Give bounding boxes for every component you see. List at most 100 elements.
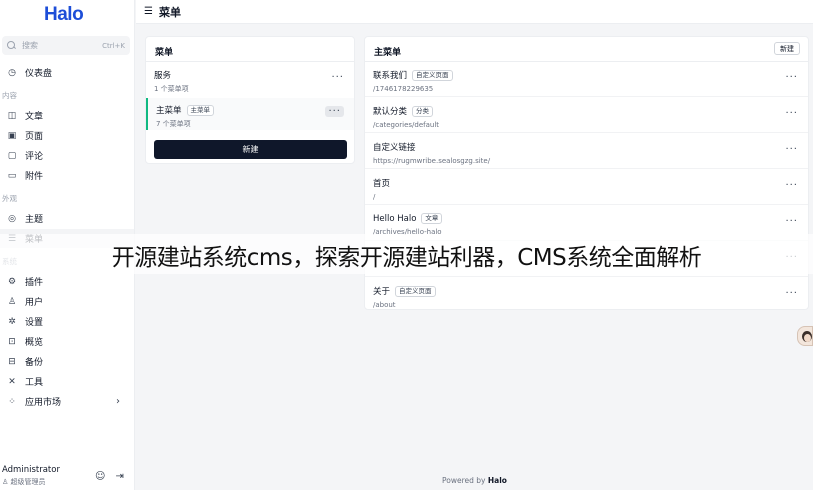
menu-name: 服务 [154, 71, 172, 81]
menu-item-type-badge: 自定义页面 [395, 285, 436, 297]
more-options-icon[interactable]: ··· [325, 106, 344, 117]
menu-item-row[interactable]: 自定义链接 https://rugmwribe.sealosgzg.site/ … [365, 134, 808, 169]
article-icon: ◫ [7, 110, 17, 121]
sidebar-item-label: 页面 [25, 132, 44, 142]
sidebar-item-themes[interactable]: ◎ 主题 [0, 209, 134, 228]
sidebar-item-label: 工具 [25, 378, 44, 388]
menu-item-row[interactable]: 首页 / ··· [365, 170, 808, 205]
more-options-icon[interactable]: ··· [785, 180, 798, 191]
backup-icon: ⊟ [8, 356, 16, 367]
page-icon: ▣ [7, 130, 17, 141]
sidebar-item-comments[interactable]: ▢ 评论 [0, 146, 134, 165]
new-menu-item-button[interactable]: 新建 [774, 42, 800, 55]
overlay-caption: 开源建站系统cms，探索开源建站利器，CMS系统全面解析 [111, 245, 702, 271]
search-icon [7, 41, 16, 50]
menu-list-icon: ☰ [144, 6, 153, 17]
user-role-label: 超级管理员 [10, 478, 46, 486]
footer-brand[interactable]: Halo [488, 476, 507, 485]
sidebar-item-tools[interactable]: ✕ 工具 [0, 372, 134, 391]
sidebar-item-label: 备份 [25, 358, 44, 368]
profile-icon[interactable]: ☺ [95, 471, 105, 482]
menu-item-count: 7 个菜单项 [156, 120, 191, 128]
more-options-icon[interactable]: ··· [785, 288, 798, 299]
menu-item-name: 首页 [373, 179, 391, 189]
user-icon: ♙ [7, 296, 17, 307]
divider [146, 61, 354, 62]
menu-item-path: / [373, 193, 376, 201]
search-input[interactable]: 搜索 Ctrl+K [2, 36, 130, 55]
menu-items-panel-title: 主菜单 [374, 48, 402, 58]
menus-panel-title: 菜单 [155, 48, 174, 58]
footer-prefix: Powered by [442, 476, 488, 485]
plugin-icon: ⚙ [7, 276, 17, 287]
menu-item-path: /about [373, 301, 396, 309]
menu-item-row[interactable]: 关于 自定义页面 /about ··· [365, 278, 808, 313]
menu-item-path: https://rugmwribe.sealosgzg.site/ [373, 157, 491, 165]
new-menu-button[interactable]: 新建 [154, 140, 347, 159]
menu-item-name: Hello Halo [373, 213, 417, 224]
menu-list-item-active[interactable]: 主菜单 主菜单 7 个菜单项 ··· [146, 98, 354, 130]
more-options-icon[interactable]: ··· [331, 72, 344, 83]
sidebar-item-label: 评论 [25, 152, 44, 162]
page-header: ☰ 菜单 [136, 0, 813, 24]
tools-icon: ✕ [8, 376, 16, 387]
halo-logo[interactable]: Halo [44, 4, 84, 26]
sidebar-item-label: 文章 [25, 112, 44, 122]
page-title: 菜单 [158, 5, 181, 19]
group-label-content: 内容 [2, 91, 17, 100]
sidebar-item-label: 设置 [25, 318, 44, 328]
folder-icon: ▭ [7, 170, 17, 181]
sidebar-item-settings[interactable]: ✲ 设置 [0, 312, 134, 331]
more-options-icon[interactable]: ··· [785, 108, 798, 119]
sidebar-item-dashboard[interactable]: ◷ 仪表盘 [0, 63, 134, 82]
primary-menu-badge: 主菜单 [186, 104, 215, 116]
more-options-icon[interactable]: ··· [785, 144, 798, 155]
menu-item-name: 默认分类 [373, 107, 408, 117]
sidebar-item-pages[interactable]: ▣ 页面 [0, 126, 134, 145]
comment-icon: ▢ [7, 150, 17, 161]
sidebar-item-app-store[interactable]: ⁘ 应用市场 › [0, 392, 134, 411]
palette-icon: ◎ [8, 213, 16, 224]
sidebar-item-backup[interactable]: ⊟ 备份 [0, 352, 134, 371]
menu-item-row[interactable]: 默认分类 分类 /categories/default ··· [365, 98, 808, 133]
assistant-avatar[interactable] [797, 326, 813, 346]
gear-icon: ✲ [8, 316, 16, 327]
terminal-icon: ⊡ [8, 336, 16, 347]
search-shortcut: Ctrl+K [102, 41, 125, 50]
role-badge-icon: ♙ [2, 478, 11, 486]
menu-item-name: 关于 [373, 287, 391, 297]
menu-item-type-badge: 自定义页面 [412, 69, 453, 81]
menus-panel: 菜单 服务 1 个菜单项 ··· 主菜单 主菜单 7 个菜单项 ··· 新建 [145, 36, 355, 164]
sidebar-item-overview[interactable]: ⊡ 概览 [0, 332, 134, 351]
logout-icon[interactable]: ⇥ [115, 471, 123, 482]
user-name: Administrator [2, 465, 60, 475]
sidebar-item-users[interactable]: ♙ 用户 [0, 292, 134, 311]
menu-item-name: 自定义链接 [373, 143, 416, 153]
more-options-icon[interactable]: ··· [785, 72, 798, 83]
menu-item-row[interactable]: 联系我们 自定义页面 /1746178229635 ··· [365, 62, 808, 97]
chevron-right-icon: › [116, 396, 120, 407]
menu-item-type-badge: 文章 [421, 213, 443, 224]
menu-item-path: /1746178229635 [373, 85, 434, 93]
sidebar-item-label: 仪表盘 [25, 69, 53, 79]
menu-name: 主菜单 [156, 106, 182, 116]
sidebar-item-posts[interactable]: ◫ 文章 [0, 106, 134, 125]
group-label-appearance: 外观 [2, 194, 17, 203]
dashboard-icon: ◷ [8, 67, 16, 78]
menu-item-path: /categories/default [373, 121, 440, 129]
sidebar-item-label: 插件 [25, 278, 44, 288]
app-store-icon: ⁘ [8, 396, 16, 407]
menu-item-name: 联系我们 [373, 71, 408, 81]
sidebar-item-label: 附件 [25, 172, 44, 182]
user-actions: ☺ ⇥ [95, 471, 124, 482]
sidebar-item-label: 用户 [25, 298, 44, 308]
sidebar-item-label: 主题 [25, 215, 44, 225]
current-user: Administrator ♙ 超级管理员 [2, 465, 60, 487]
menu-item-type-badge: 分类 [412, 105, 434, 117]
sidebar-item-attachments[interactable]: ▭ 附件 [0, 166, 134, 185]
user-role: ♙ 超级管理员 [2, 477, 60, 487]
menu-list-item[interactable]: 服务 1 个菜单项 ··· [146, 63, 354, 95]
sidebar-item-plugins[interactable]: ⚙ 插件 [0, 272, 134, 291]
more-options-icon[interactable]: ··· [785, 216, 798, 227]
sidebar-item-label: 应用市场 [25, 398, 62, 408]
